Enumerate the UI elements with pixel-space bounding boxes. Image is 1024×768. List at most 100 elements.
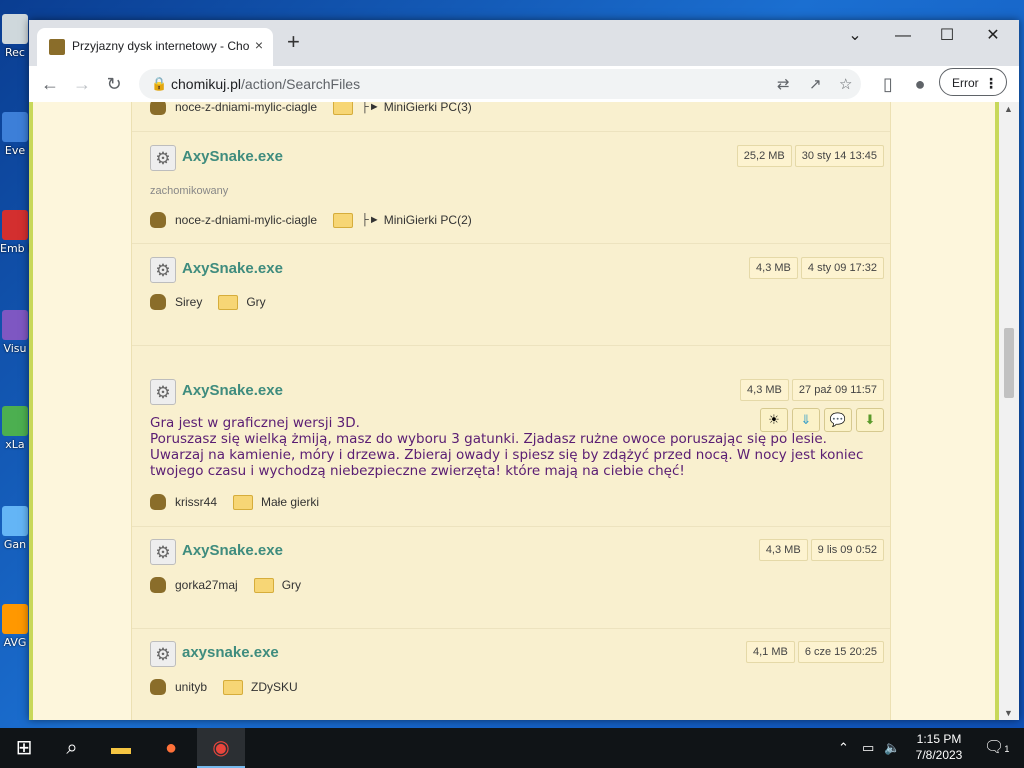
back-arrow-icon[interactable]: ← — [37, 71, 63, 97]
system-clock[interactable]: 1:15 PM 7/8/2023 — [908, 731, 970, 763]
desktop-icon-xla[interactable]: xLa — [0, 400, 30, 470]
user-avatar — [150, 212, 166, 228]
gear-icon: ⚙ — [150, 257, 176, 283]
search-results: noce-z-dniami-mylic-ciagle ├► MiniGierki… — [131, 102, 891, 720]
taskbar: ⊞ ⌕ ▬ ● ◉ ⌃ ▭ 🔈 1:15 PM 7/8/2023 🗨1 — [0, 728, 1024, 768]
notification-count: 1 — [1004, 744, 1010, 754]
app-icon — [2, 112, 28, 142]
page-scrollbar[interactable]: ▲ ▼ — [999, 102, 1019, 720]
folder-link[interactable]: Gry — [246, 295, 265, 309]
file-link[interactable]: AxySnake.exe — [182, 542, 283, 559]
folder-icon — [253, 577, 274, 593]
user-avatar — [150, 102, 166, 115]
file-date: 9 lis 09 0:52 — [810, 539, 884, 561]
tab-chomikuj[interactable]: Przyjazny dysk internetowy - Chomikuj.pl… — [37, 28, 273, 66]
reload-icon[interactable]: ↻ — [101, 71, 127, 97]
scrollbar-thumb[interactable] — [1004, 328, 1014, 398]
url-domain: chomikuj.pl — [171, 76, 242, 92]
gear-icon: ⚙ — [150, 641, 176, 667]
translate-icon[interactable]: ⇄ — [777, 75, 790, 93]
desktop-icon-visual-studio[interactable]: Visu — [0, 304, 30, 374]
result-row: ⚙ AxySnake.exe 4,3 MB 27 paź 09 11:57 ☀ … — [132, 366, 890, 527]
folder-icon — [223, 679, 244, 695]
tab-search-button[interactable]: ⌄ — [835, 26, 875, 46]
tab-close-icon[interactable]: × — [255, 37, 263, 53]
notifications-icon[interactable]: 🗨1 — [984, 728, 1009, 768]
user-avatar — [150, 494, 166, 510]
user-avatar — [150, 577, 166, 593]
result-row: noce-z-dniami-mylic-ciagle ├► MiniGierki… — [132, 102, 890, 132]
firefox-icon[interactable]: ● — [147, 728, 195, 768]
recycle-bin-icon — [2, 14, 28, 44]
side-panel-icon[interactable]: ▯ — [875, 71, 901, 97]
app-icon — [2, 506, 28, 536]
minimize-button[interactable]: — — [883, 26, 923, 46]
minecraft-icon — [2, 406, 28, 436]
new-tab-button[interactable]: + — [287, 31, 300, 53]
owner-link[interactable]: noce-z-dniami-mylic-ciagle — [175, 102, 317, 114]
error-menu-button[interactable]: Error ⋮ — [939, 68, 1007, 96]
file-link[interactable]: AxySnake.exe — [182, 148, 283, 165]
user-avatar — [150, 679, 166, 695]
chrome-icon[interactable]: ◉ — [197, 728, 245, 768]
file-link[interactable]: AxySnake.exe — [182, 260, 283, 277]
gear-icon: ⚙ — [150, 145, 176, 171]
gear-icon: ⚙ — [150, 539, 176, 565]
desktop-icon-eve[interactable]: Eve — [0, 106, 30, 176]
scroll-up-icon[interactable]: ▲ — [1004, 104, 1013, 114]
kebab-menu-icon: ⋮ — [984, 75, 998, 91]
folder-link[interactable]: ZDySKU — [251, 680, 298, 694]
chomikuj-favicon-icon — [49, 39, 65, 55]
folder-link[interactable]: Małe gierki — [261, 495, 319, 509]
result-row: ⚙ AxySnake.exe 4,3 MB 4 sty 09 17:32 Sir… — [132, 244, 890, 346]
avg-icon — [2, 604, 28, 634]
file-explorer-icon[interactable]: ▬ — [97, 728, 145, 768]
forward-arrow-icon[interactable]: → — [69, 71, 95, 97]
owner-link[interactable]: krissr44 — [175, 495, 217, 509]
desktop-icon-game[interactable]: Gan — [0, 500, 30, 570]
windows-start-icon[interactable]: ⊞ — [0, 728, 48, 768]
file-size: 4,3 MB — [740, 379, 789, 401]
result-row: ⚙ AxySnake.exe 25,2 MB 30 sty 14 13:45 z… — [132, 132, 890, 244]
share-icon[interactable]: ↗ — [809, 75, 822, 93]
file-size: 4,3 MB — [749, 257, 798, 279]
scroll-down-icon[interactable]: ▼ — [1004, 708, 1013, 718]
folder-link[interactable]: Gry — [282, 578, 301, 592]
clock-date: 7/8/2023 — [915, 748, 963, 762]
folder-link[interactable]: MiniGierki PC(2) — [384, 213, 472, 227]
owner-link[interactable]: unityb — [175, 680, 207, 694]
show-hidden-icons-chevron-icon[interactable]: ⌃ — [838, 728, 849, 768]
status-label: zachomikowany — [150, 185, 229, 197]
file-link[interactable]: AxySnake.exe — [182, 382, 283, 399]
app-icon — [2, 210, 28, 240]
owner-link[interactable]: gorka27maj — [175, 578, 238, 592]
address-bar[interactable]: 🔒 chomikuj.pl/action/SearchFiles ⇄ ↗ ☆ — [139, 69, 861, 99]
desktop-icon-emb[interactable]: Emb De — [0, 204, 43, 274]
file-size: 4,3 MB — [758, 539, 808, 561]
file-link[interactable]: axysnake.exe — [182, 644, 279, 661]
folder-icon — [333, 102, 354, 115]
folder-icon — [218, 294, 239, 310]
file-date: 4 sty 09 17:32 — [800, 257, 884, 279]
owner-link[interactable]: noce-z-dniami-mylic-ciagle — [175, 213, 317, 227]
search-icon[interactable]: ⌕ — [48, 728, 96, 768]
result-row: ⚙ AxySnake.exe 4,3 MB 9 lis 09 0:52 gork… — [132, 527, 890, 629]
desktop-icon-recycle-bin[interactable]: Rec — [0, 8, 30, 78]
bookmark-star-icon[interactable]: ☆ — [839, 75, 852, 93]
maximize-button[interactable]: ☐ — [927, 26, 967, 46]
close-window-button[interactable]: ✕ — [973, 26, 1013, 46]
user-avatar — [150, 294, 166, 310]
folder-link[interactable]: MiniGierki PC(3) — [384, 102, 472, 114]
owner-link[interactable]: Sirey — [175, 295, 202, 309]
network-icon[interactable]: ▭ — [862, 728, 874, 768]
file-date: 6 cze 15 20:25 — [797, 641, 884, 663]
tab-bar: Przyjazny dysk internetowy - Chomikuj.pl… — [29, 20, 1019, 66]
lock-icon: 🔒 — [151, 76, 168, 91]
result-row: ⚙ axysnake.exe 4,1 MB 6 cze 15 20:25 uni… — [132, 629, 890, 720]
tab-title: Przyjazny dysk internetowy - Chomikuj.pl — [72, 39, 250, 53]
folder-icon — [333, 212, 354, 228]
url-path: /action/SearchFiles — [241, 76, 361, 92]
profile-avatar-icon[interactable]: ● — [907, 71, 933, 97]
volume-muted-icon[interactable]: 🔈 — [884, 728, 900, 768]
desktop-icon-avg[interactable]: AVG — [0, 598, 30, 668]
